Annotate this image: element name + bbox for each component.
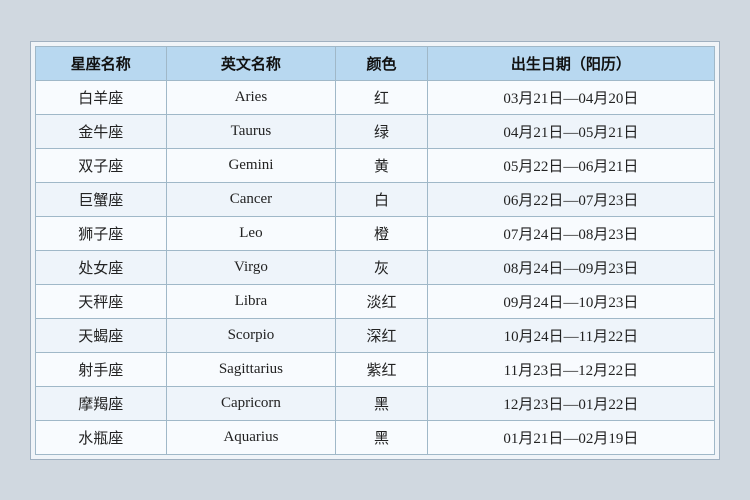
cell-chinese-name: 摩羯座	[36, 386, 167, 420]
cell-color: 黄	[336, 148, 427, 182]
cell-color: 橙	[336, 216, 427, 250]
cell-english-name: Aries	[166, 80, 336, 114]
cell-color: 黑	[336, 386, 427, 420]
table-row: 天秤座Libra淡红09月24日—10月23日	[36, 284, 715, 318]
cell-chinese-name: 狮子座	[36, 216, 167, 250]
cell-english-name: Cancer	[166, 182, 336, 216]
cell-dates: 07月24日—08月23日	[427, 216, 714, 250]
cell-dates: 05月22日—06月21日	[427, 148, 714, 182]
table-row: 摩羯座Capricorn黑12月23日—01月22日	[36, 386, 715, 420]
table-row: 白羊座Aries红03月21日—04月20日	[36, 80, 715, 114]
col-header-dates: 出生日期（阳历）	[427, 46, 714, 80]
cell-dates: 01月21日—02月19日	[427, 420, 714, 454]
table-body: 白羊座Aries红03月21日—04月20日金牛座Taurus绿04月21日—0…	[36, 80, 715, 454]
table-row: 射手座Sagittarius紫红11月23日—12月22日	[36, 352, 715, 386]
table-row: 双子座Gemini黄05月22日—06月21日	[36, 148, 715, 182]
cell-dates: 09月24日—10月23日	[427, 284, 714, 318]
table-row: 天蝎座Scorpio深红10月24日—11月22日	[36, 318, 715, 352]
cell-english-name: Sagittarius	[166, 352, 336, 386]
cell-chinese-name: 处女座	[36, 250, 167, 284]
col-header-color: 颜色	[336, 46, 427, 80]
table-row: 处女座Virgo灰08月24日—09月23日	[36, 250, 715, 284]
cell-english-name: Aquarius	[166, 420, 336, 454]
table-row: 巨蟹座Cancer白06月22日—07月23日	[36, 182, 715, 216]
cell-dates: 10月24日—11月22日	[427, 318, 714, 352]
col-header-chinese: 星座名称	[36, 46, 167, 80]
cell-dates: 11月23日—12月22日	[427, 352, 714, 386]
table-header-row: 星座名称 英文名称 颜色 出生日期（阳历）	[36, 46, 715, 80]
cell-english-name: Libra	[166, 284, 336, 318]
cell-chinese-name: 天蝎座	[36, 318, 167, 352]
zodiac-table-container: 星座名称 英文名称 颜色 出生日期（阳历） 白羊座Aries红03月21日—04…	[30, 41, 720, 460]
cell-chinese-name: 天秤座	[36, 284, 167, 318]
cell-chinese-name: 白羊座	[36, 80, 167, 114]
cell-chinese-name: 金牛座	[36, 114, 167, 148]
cell-dates: 03月21日—04月20日	[427, 80, 714, 114]
cell-dates: 12月23日—01月22日	[427, 386, 714, 420]
cell-chinese-name: 双子座	[36, 148, 167, 182]
col-header-english: 英文名称	[166, 46, 336, 80]
cell-english-name: Leo	[166, 216, 336, 250]
cell-color: 红	[336, 80, 427, 114]
cell-chinese-name: 水瓶座	[36, 420, 167, 454]
cell-color: 白	[336, 182, 427, 216]
cell-color: 紫红	[336, 352, 427, 386]
cell-dates: 04月21日—05月21日	[427, 114, 714, 148]
cell-color: 黑	[336, 420, 427, 454]
cell-color: 绿	[336, 114, 427, 148]
cell-english-name: Virgo	[166, 250, 336, 284]
table-row: 水瓶座Aquarius黑01月21日—02月19日	[36, 420, 715, 454]
cell-chinese-name: 射手座	[36, 352, 167, 386]
cell-english-name: Scorpio	[166, 318, 336, 352]
cell-english-name: Capricorn	[166, 386, 336, 420]
zodiac-table: 星座名称 英文名称 颜色 出生日期（阳历） 白羊座Aries红03月21日—04…	[35, 46, 715, 455]
cell-color: 灰	[336, 250, 427, 284]
cell-english-name: Gemini	[166, 148, 336, 182]
cell-chinese-name: 巨蟹座	[36, 182, 167, 216]
table-row: 金牛座Taurus绿04月21日—05月21日	[36, 114, 715, 148]
cell-color: 淡红	[336, 284, 427, 318]
cell-dates: 08月24日—09月23日	[427, 250, 714, 284]
cell-dates: 06月22日—07月23日	[427, 182, 714, 216]
cell-english-name: Taurus	[166, 114, 336, 148]
cell-color: 深红	[336, 318, 427, 352]
table-row: 狮子座Leo橙07月24日—08月23日	[36, 216, 715, 250]
